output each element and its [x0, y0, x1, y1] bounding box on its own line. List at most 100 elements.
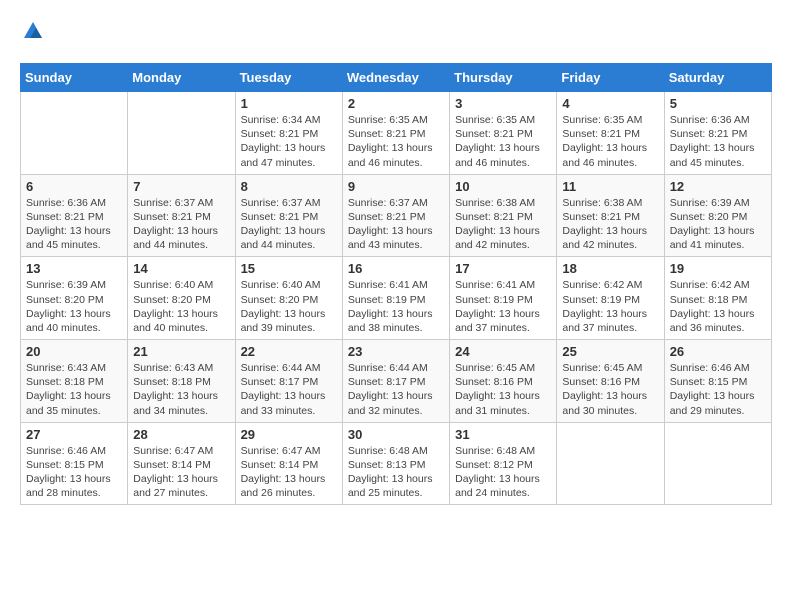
day-info: Sunrise: 6:39 AMSunset: 8:20 PMDaylight:… [26, 278, 122, 335]
day-number: 13 [26, 261, 122, 276]
day-number: 3 [455, 96, 551, 111]
calendar-cell: 15 Sunrise: 6:40 AMSunset: 8:20 PMDayligh… [235, 257, 342, 340]
day-number: 20 [26, 344, 122, 359]
day-number: 10 [455, 179, 551, 194]
day-info: Sunrise: 6:47 AMSunset: 8:14 PMDaylight:… [133, 444, 229, 501]
day-number: 23 [348, 344, 444, 359]
day-info: Sunrise: 6:37 AMSunset: 8:21 PMDaylight:… [241, 196, 337, 253]
day-number: 18 [562, 261, 658, 276]
calendar-cell: 1 Sunrise: 6:34 AMSunset: 8:21 PMDaylight… [235, 92, 342, 175]
calendar-cell: 31 Sunrise: 6:48 AMSunset: 8:12 PMDayligh… [450, 422, 557, 505]
day-info: Sunrise: 6:48 AMSunset: 8:12 PMDaylight:… [455, 444, 551, 501]
calendar-day-header: Friday [557, 64, 664, 92]
calendar-day-header: Monday [128, 64, 235, 92]
logo [20, 20, 44, 47]
day-info: Sunrise: 6:41 AMSunset: 8:19 PMDaylight:… [348, 278, 444, 335]
calendar-day-header: Wednesday [342, 64, 449, 92]
calendar-cell: 14Sunrise: 6:40 AMSunset: 8:20 PMDayligh… [128, 257, 235, 340]
day-number: 26 [670, 344, 766, 359]
calendar-cell: 23 Sunrise: 6:44 AMSunset: 8:17 PMDayligh… [342, 340, 449, 423]
day-info: Sunrise: 6:35 AMSunset: 8:21 PMDaylight:… [348, 113, 444, 170]
calendar-cell: 9 Sunrise: 6:37 AMSunset: 8:21 PMDaylight… [342, 174, 449, 257]
calendar-week-row: 13 Sunrise: 6:39 AMSunset: 8:20 PMDayligh… [21, 257, 772, 340]
day-info: Sunrise: 6:47 AMSunset: 8:14 PMDaylight:… [241, 444, 337, 501]
day-info: Sunrise: 6:44 AMSunset: 8:17 PMDaylight:… [241, 361, 337, 418]
day-number: 8 [241, 179, 337, 194]
calendar-table: SundayMondayTuesdayWednesdayThursdayFrid… [20, 63, 772, 505]
calendar-cell [664, 422, 771, 505]
day-info: Sunrise: 6:36 AMSunset: 8:21 PMDaylight:… [670, 113, 766, 170]
calendar-cell: 6 Sunrise: 6:36 AMSunset: 8:21 PMDaylight… [21, 174, 128, 257]
day-info: Sunrise: 6:35 AMSunset: 8:21 PMDaylight:… [562, 113, 658, 170]
calendar-cell: 30 Sunrise: 6:48 AMSunset: 8:13 PMDayligh… [342, 422, 449, 505]
day-number: 30 [348, 427, 444, 442]
calendar-cell: 13 Sunrise: 6:39 AMSunset: 8:20 PMDayligh… [21, 257, 128, 340]
day-info: Sunrise: 6:46 AMSunset: 8:15 PMDaylight:… [670, 361, 766, 418]
day-info: Sunrise: 6:46 AMSunset: 8:15 PMDaylight:… [26, 444, 122, 501]
day-info: Sunrise: 6:37 AMSunset: 8:21 PMDaylight:… [348, 196, 444, 253]
day-number: 4 [562, 96, 658, 111]
day-number: 6 [26, 179, 122, 194]
day-number: 29 [241, 427, 337, 442]
calendar-cell: 5 Sunrise: 6:36 AMSunset: 8:21 PMDaylight… [664, 92, 771, 175]
calendar-cell: 7 Sunrise: 6:37 AMSunset: 8:21 PMDaylight… [128, 174, 235, 257]
calendar-cell: 16 Sunrise: 6:41 AMSunset: 8:19 PMDayligh… [342, 257, 449, 340]
calendar-cell: 26 Sunrise: 6:46 AMSunset: 8:15 PMDayligh… [664, 340, 771, 423]
day-number: 9 [348, 179, 444, 194]
day-number: 17 [455, 261, 551, 276]
day-info: Sunrise: 6:34 AMSunset: 8:21 PMDaylight:… [241, 113, 337, 170]
day-info: Sunrise: 6:43 AMSunset: 8:18 PMDaylight:… [133, 361, 229, 418]
calendar-cell: 17 Sunrise: 6:41 AMSunset: 8:19 PMDayligh… [450, 257, 557, 340]
day-info: Sunrise: 6:41 AMSunset: 8:19 PMDaylight:… [455, 278, 551, 335]
day-number: 15 [241, 261, 337, 276]
calendar-cell [128, 92, 235, 175]
day-info: Sunrise: 6:44 AMSunset: 8:17 PMDaylight:… [348, 361, 444, 418]
day-number: 5 [670, 96, 766, 111]
calendar-cell: 11 Sunrise: 6:38 AMSunset: 8:21 PMDayligh… [557, 174, 664, 257]
day-info: Sunrise: 6:38 AMSunset: 8:21 PMDaylight:… [455, 196, 551, 253]
calendar-day-header: Sunday [21, 64, 128, 92]
day-number: 24 [455, 344, 551, 359]
calendar-cell: 8 Sunrise: 6:37 AMSunset: 8:21 PMDaylight… [235, 174, 342, 257]
day-info: Sunrise: 6:45 AMSunset: 8:16 PMDaylight:… [455, 361, 551, 418]
day-info: Sunrise: 6:42 AMSunset: 8:18 PMDaylight:… [670, 278, 766, 335]
day-number: 2 [348, 96, 444, 111]
day-info: Sunrise: 6:37 AMSunset: 8:21 PMDaylight:… [133, 196, 229, 253]
day-number: 16 [348, 261, 444, 276]
day-info: Sunrise: 6:39 AMSunset: 8:20 PMDaylight:… [670, 196, 766, 253]
day-number: 7 [133, 179, 229, 194]
day-number: 1 [241, 96, 337, 111]
day-number: 12 [670, 179, 766, 194]
day-number: 22 [241, 344, 337, 359]
calendar-cell: 19Sunrise: 6:42 AMSunset: 8:18 PMDayligh… [664, 257, 771, 340]
day-number: 14 [133, 261, 229, 276]
day-info: Sunrise: 6:36 AMSunset: 8:21 PMDaylight:… [26, 196, 122, 253]
day-number: 28 [133, 427, 229, 442]
day-info: Sunrise: 6:40 AMSunset: 8:20 PMDaylight:… [241, 278, 337, 335]
calendar-cell: 2 Sunrise: 6:35 AMSunset: 8:21 PMDaylight… [342, 92, 449, 175]
calendar-day-header: Saturday [664, 64, 771, 92]
calendar-header-row: SundayMondayTuesdayWednesdayThursdayFrid… [21, 64, 772, 92]
calendar-cell: 25 Sunrise: 6:45 AMSunset: 8:16 PMDayligh… [557, 340, 664, 423]
day-info: Sunrise: 6:43 AMSunset: 8:18 PMDaylight:… [26, 361, 122, 418]
calendar-cell: 10 Sunrise: 6:38 AMSunset: 8:21 PMDayligh… [450, 174, 557, 257]
day-number: 27 [26, 427, 122, 442]
calendar-cell: 27 Sunrise: 6:46 AMSunset: 8:15 PMDayligh… [21, 422, 128, 505]
day-info: Sunrise: 6:35 AMSunset: 8:21 PMDaylight:… [455, 113, 551, 170]
calendar-cell: 21Sunrise: 6:43 AMSunset: 8:18 PMDayligh… [128, 340, 235, 423]
calendar-week-row: 6 Sunrise: 6:36 AMSunset: 8:21 PMDaylight… [21, 174, 772, 257]
calendar-cell: 24 Sunrise: 6:45 AMSunset: 8:16 PMDayligh… [450, 340, 557, 423]
day-info: Sunrise: 6:45 AMSunset: 8:16 PMDaylight:… [562, 361, 658, 418]
day-number: 25 [562, 344, 658, 359]
calendar-cell: 29 Sunrise: 6:47 AMSunset: 8:14 PMDayligh… [235, 422, 342, 505]
calendar-cell: 22 Sunrise: 6:44 AMSunset: 8:17 PMDayligh… [235, 340, 342, 423]
calendar-cell: 18Sunrise: 6:42 AMSunset: 8:19 PMDayligh… [557, 257, 664, 340]
day-info: Sunrise: 6:38 AMSunset: 8:21 PMDaylight:… [562, 196, 658, 253]
calendar-cell: 3 Sunrise: 6:35 AMSunset: 8:21 PMDaylight… [450, 92, 557, 175]
day-number: 11 [562, 179, 658, 194]
calendar-day-header: Thursday [450, 64, 557, 92]
page-header [20, 20, 772, 47]
day-number: 31 [455, 427, 551, 442]
day-info: Sunrise: 6:48 AMSunset: 8:13 PMDaylight:… [348, 444, 444, 501]
calendar-cell [557, 422, 664, 505]
